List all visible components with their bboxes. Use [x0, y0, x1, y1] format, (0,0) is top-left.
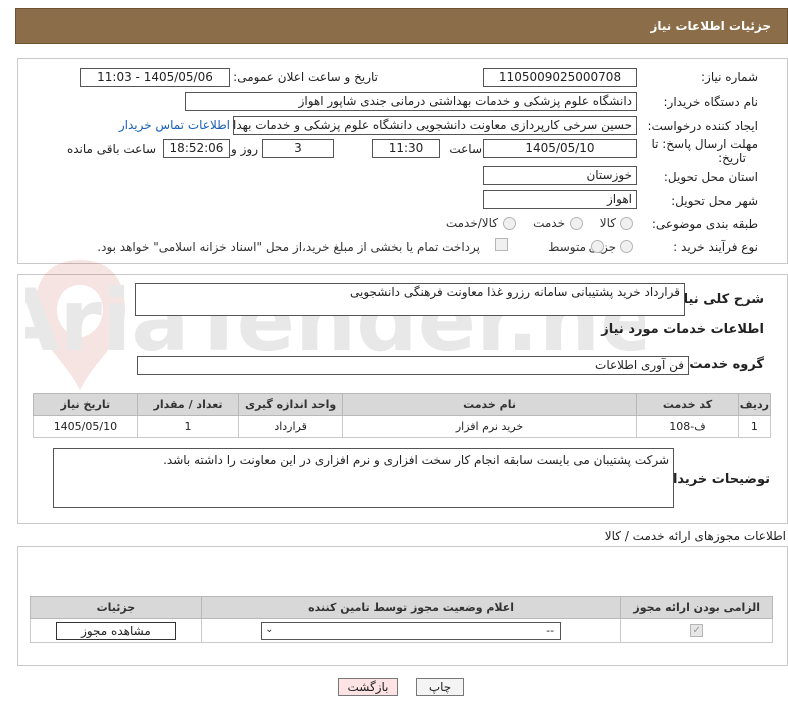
announce-field: 1405/05/06 - 11:03 — [80, 68, 230, 87]
services-table-header: ردیف کد خدمت نام خدمت واحد اندازه گیری ت… — [33, 393, 772, 416]
col-code: کد خدمت — [636, 393, 739, 416]
col-permit-status: اعلام وضعیت مجوز توسط تامین کننده — [200, 596, 622, 619]
buyer-notes-label: توضیحات خریدار: — [660, 472, 770, 487]
remaining-time-field: 18:52:06 — [163, 139, 230, 158]
chevron-down-icon: ⌄ — [265, 623, 274, 635]
days-label: روز و — [231, 142, 258, 156]
buyer-contact-link[interactable]: اطلاعات تماس خریدار — [119, 118, 230, 132]
col-row: ردیف — [737, 393, 772, 416]
buyer-field: دانشگاه علوم پزشکی و خدمات بهداشتی درمان… — [185, 92, 637, 111]
back-button[interactable]: بازگشت — [338, 678, 398, 696]
deadline-time-field: 11:30 — [372, 139, 440, 158]
col-permit-required: الزامی بودن ارائه مجوز — [620, 596, 773, 619]
days-field: 3 — [262, 139, 334, 158]
col-qty: تعداد / مقدار — [136, 393, 240, 416]
permit-required-checkbox: ✓ — [690, 624, 704, 638]
cell-permit-required: ✓ — [620, 618, 773, 643]
view-permit-button[interactable]: مشاهده مجوز — [55, 621, 176, 640]
cell-permit-details: مشاهده مجوز — [30, 618, 202, 643]
need-number-label: شماره نیاز: — [701, 70, 758, 84]
permit-status-value: -- — [546, 623, 555, 637]
col-date: تاریخ نیاز — [33, 393, 138, 416]
announce-label: تاریخ و ساعت اعلان عمومی: — [233, 70, 378, 84]
city-label: شهر محل تحویل: — [671, 194, 758, 208]
category-goods-label: کالا — [599, 216, 616, 230]
treasury-checkbox[interactable] — [495, 238, 508, 251]
category-goods-service-label: کالا/خدمت — [445, 216, 498, 230]
cell-date: 1405/05/10 — [33, 415, 138, 438]
col-unit: واحد اندازه گیری — [238, 393, 343, 416]
buyer-notes-field: شرکت پشتیبان می بایست سابقه انجام کار سخ… — [53, 448, 674, 508]
service-group-field: فن آوری اطلاعات — [137, 356, 689, 375]
creator-label: ایجاد کننده درخواست: — [647, 119, 758, 133]
deadline-label-date: تاریخ: — [718, 151, 746, 165]
cell-code: ف-108 — [636, 415, 739, 438]
print-button[interactable]: چاپ — [416, 678, 464, 696]
page-title: جزئیات اطلاعات نیاز — [650, 19, 771, 33]
cell-name: خرید نرم افزار — [341, 415, 638, 438]
category-goods-service-radio[interactable] — [503, 217, 516, 230]
creator-field: حسین سرخی کارپردازی معاونت دانشجویی دانش… — [233, 116, 637, 135]
col-name: نام خدمت — [341, 393, 638, 416]
col-permit-details: جزئیات — [30, 596, 202, 619]
permits-section-title: اطلاعات مجوزهای ارائه خدمت / کالا — [604, 529, 786, 543]
buyer-label: نام دستگاه خریدار: — [663, 95, 759, 109]
process-medium-label: متوسط — [548, 240, 586, 254]
remaining-label: ساعت باقی مانده — [66, 142, 156, 156]
deadline-date-field: 1405/05/10 — [483, 139, 637, 158]
category-service-radio[interactable] — [570, 217, 583, 230]
process-small-radio[interactable] — [620, 240, 633, 253]
services-table: ردیف کد خدمت نام خدمت واحد اندازه گیری ت… — [33, 393, 772, 438]
province-field: خوزستان — [483, 166, 637, 185]
category-service-label: خدمت — [533, 216, 565, 230]
deadline-time-label: ساعت — [449, 142, 482, 156]
permits-table-header: الزامی بودن ارائه مجوز اعلام وضعیت مجوز … — [30, 596, 773, 619]
need-number-field: 1105009025000708 — [483, 68, 637, 87]
page-header: جزئیات اطلاعات نیاز — [15, 8, 788, 44]
process-medium-radio[interactable] — [591, 240, 604, 253]
service-group-label: گروه خدمت: — [684, 357, 764, 372]
province-label: استان محل تحویل: — [663, 170, 758, 184]
category-goods-radio[interactable] — [620, 217, 633, 230]
city-field: اهواز — [483, 190, 637, 209]
payment-note: پرداخت تمام یا بخشی از مبلغ خرید،از محل … — [97, 240, 480, 254]
services-section-title: اطلاعات خدمات مورد نیاز — [601, 322, 764, 337]
summary-field: قرارداد خرید پشتیبانی سامانه رزرو غذا مع… — [135, 283, 685, 316]
process-label: نوع فرآیند خرید : — [673, 240, 758, 254]
permits-table: الزامی بودن ارائه مجوز اعلام وضعیت مجوز … — [30, 596, 773, 643]
cell-permit-status: -- ⌄ — [200, 618, 622, 643]
cell-qty: 1 — [136, 415, 240, 438]
table-row: ✓ -- ⌄ مشاهده مجوز — [30, 618, 773, 643]
permit-status-select[interactable]: -- ⌄ — [261, 621, 562, 640]
table-row: 1 ف-108 خرید نرم افزار قرارداد 1 1405/05… — [33, 415, 772, 438]
deadline-label: مهلت ارسال پاسخ: تا — [651, 137, 758, 151]
cell-unit: قرارداد — [238, 415, 343, 438]
need-info-panel — [17, 58, 788, 264]
cell-row: 1 — [737, 415, 772, 438]
category-label: طبقه بندی موضوعی: — [651, 217, 758, 231]
